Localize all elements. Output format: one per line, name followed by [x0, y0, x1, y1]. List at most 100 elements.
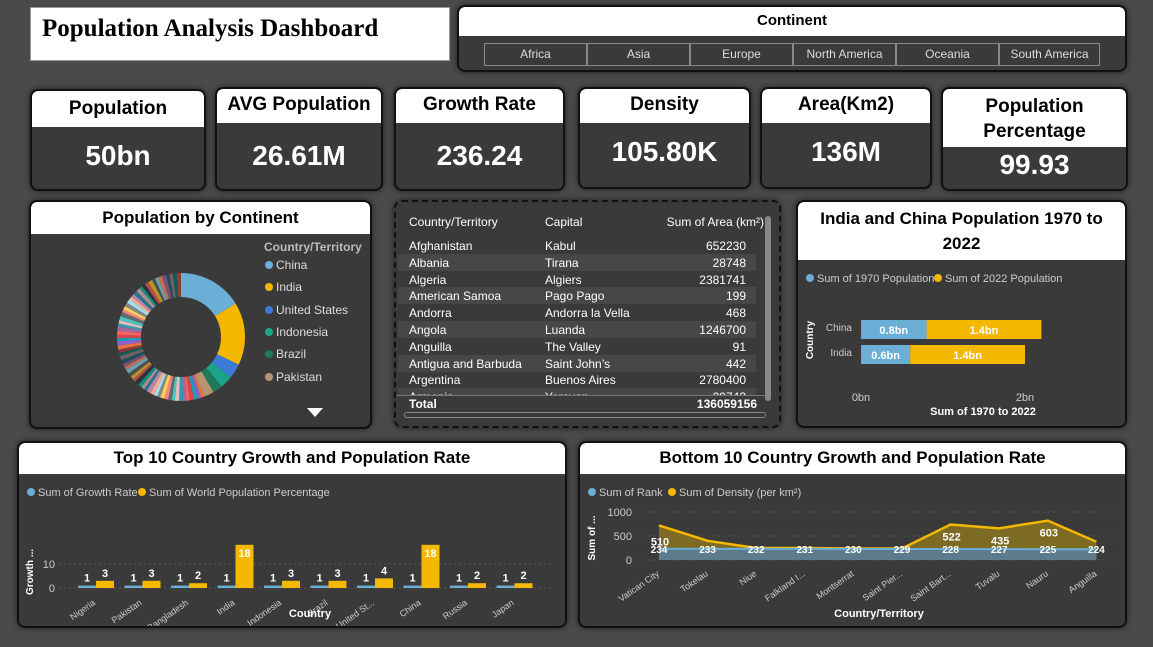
bar[interactable]	[189, 583, 207, 588]
legend-item[interactable]: Sum of Growth Rate	[27, 487, 138, 499]
bar[interactable]	[217, 585, 236, 588]
table-cell: 91	[732, 339, 746, 354]
table-row[interactable]: American Samoa Pago Pago 199	[398, 287, 756, 305]
legend-item[interactable]: Pakistan	[265, 370, 322, 384]
data-label: 233	[699, 545, 716, 556]
x-axis-title: Sum of 1970 to 2022	[930, 406, 1036, 418]
table-cell: Algiers	[545, 272, 582, 287]
table-row[interactable]: Antigua and Barbuda Saint John’s 442	[398, 354, 756, 372]
data-label: 3	[334, 568, 340, 580]
legend-item[interactable]: Indonesia	[265, 325, 328, 339]
table-row[interactable]: Argentina Buenos Aires 2780400	[398, 371, 756, 388]
legend-dot-icon	[27, 488, 35, 496]
bottom10-title: Bottom 10 Country Growth and Population …	[580, 443, 1125, 474]
table-row[interactable]: Andorra Andorra la Vella 468	[398, 304, 756, 321]
kpi-area: Area(Km2) 136M	[760, 87, 932, 189]
bar[interactable]	[375, 578, 393, 588]
data-label: 225	[1039, 545, 1056, 556]
bar[interactable]	[142, 580, 161, 588]
legend-item[interactable]: China	[265, 258, 307, 272]
category-label: Japan	[490, 597, 516, 619]
legend-item[interactable]: Sum of 2022 Population	[934, 273, 1062, 285]
legend-item[interactable]: United States	[265, 303, 348, 317]
table-row[interactable]: Anguilla The Valley 91	[398, 338, 756, 355]
legend-dot-icon	[265, 350, 273, 359]
dashboard-title: Population Analysis Dashboard	[42, 15, 379, 42]
data-label: 4	[381, 565, 388, 577]
bar[interactable]	[171, 585, 189, 588]
category-label: India	[830, 348, 852, 359]
data-label: 224	[1088, 545, 1105, 556]
legend-item[interactable]: Sum of 1970 Population	[806, 273, 934, 285]
data-label: 1	[363, 573, 369, 585]
vertical-scrollbar[interactable]	[765, 216, 771, 401]
legend-item[interactable]: Sum of Density (per km²)	[668, 487, 801, 499]
column-header[interactable]: Capital	[545, 215, 582, 229]
category-label: Montserrat	[815, 568, 856, 601]
column-header[interactable]: Country/Territory	[409, 215, 498, 229]
table-row[interactable]: Algeria Algiers 2381741	[398, 271, 756, 288]
table-row[interactable]: Afghanistan Kabul 652230	[398, 237, 756, 254]
category-label: Niue	[737, 568, 758, 587]
bar[interactable]	[496, 585, 515, 588]
bottom10-chart: Sum of Rank Sum of Density (per km²) 0 500 1…	[587, 487, 1118, 620]
category-label: Nigeria	[68, 597, 97, 622]
bar[interactable]	[78, 585, 96, 588]
bar[interactable]	[282, 580, 300, 588]
legend-item[interactable]: Brazil	[265, 347, 306, 361]
legend-scroll-down-icon[interactable]	[307, 408, 323, 417]
table-cell: Andorra	[409, 306, 452, 321]
legend-item[interactable]: Sum of Rank	[588, 487, 663, 499]
bar[interactable]	[96, 580, 114, 588]
kpi-value: 26.61M	[252, 140, 346, 171]
table-cell: Algeria	[409, 272, 447, 287]
column-header[interactable]: Sum of Area (km²)	[667, 215, 764, 229]
legend-item[interactable]: Sum of World Population Percentage	[138, 487, 330, 499]
legend-dot-icon	[265, 261, 273, 269]
data-label: 1.4bn	[970, 325, 999, 337]
tick-label: 10	[43, 559, 55, 571]
table-cell: Andorra la Vella	[545, 306, 630, 321]
table-cell: Albania	[409, 255, 450, 270]
slicer-option-oceania[interactable]: Oceania	[896, 43, 999, 66]
kpi-value: 50bn	[85, 140, 151, 171]
legend-dot-icon	[588, 488, 596, 496]
legend-label: Sum of World Population Percentage	[149, 487, 330, 499]
slicer-option-europe[interactable]: Europe	[690, 43, 793, 66]
bar[interactable]	[403, 585, 422, 588]
kpi-label: AVG Population	[217, 89, 381, 123]
table-row[interactable]: Albania Tirana 28748	[398, 253, 756, 271]
slicer-option-asia[interactable]: Asia	[587, 43, 690, 66]
bar[interactable]	[264, 585, 282, 588]
legend-dot-icon	[265, 327, 273, 336]
bar[interactable]	[328, 580, 347, 588]
category-label: Anguilla	[1067, 568, 1099, 595]
slicer-option-north-america[interactable]: North America	[793, 43, 896, 66]
category-label: India	[215, 597, 237, 616]
table-cell: Argentina	[409, 373, 461, 388]
bar[interactable]	[357, 585, 375, 588]
table-row[interactable]: ArmeniaYerevan29743	[398, 388, 756, 395]
legend-item[interactable]: India	[265, 280, 302, 294]
legend-label: United States	[276, 302, 349, 317]
slicer-option-africa[interactable]: Africa	[484, 43, 587, 66]
horizontal-scrollbar[interactable]	[404, 412, 766, 418]
table-cell: The Valley	[545, 339, 601, 354]
table-row[interactable]: Angola Luanda 1246700	[398, 321, 756, 338]
bar[interactable]	[450, 585, 468, 588]
bar[interactable]	[310, 585, 329, 588]
table-cell: 199	[725, 289, 746, 304]
kpi-label: Population	[32, 91, 204, 127]
slicer-option-south-america[interactable]: South America	[999, 43, 1100, 66]
legend-label: Sum of Density (per km²)	[679, 487, 801, 499]
table-cell: 1246700	[699, 323, 746, 337]
top10-chart: Sum of Growth Rate Sum of World Populatio…	[25, 487, 554, 626]
data-label: 1	[456, 573, 462, 585]
bar[interactable]	[124, 585, 143, 588]
legend-label: Brazil	[276, 347, 307, 362]
rank-area[interactable]	[659, 548, 1097, 560]
tick-label: 0bn	[852, 392, 870, 404]
bar[interactable]	[468, 583, 486, 588]
table-cell: Saint John’s	[545, 356, 611, 371]
bar[interactable]	[514, 583, 533, 588]
